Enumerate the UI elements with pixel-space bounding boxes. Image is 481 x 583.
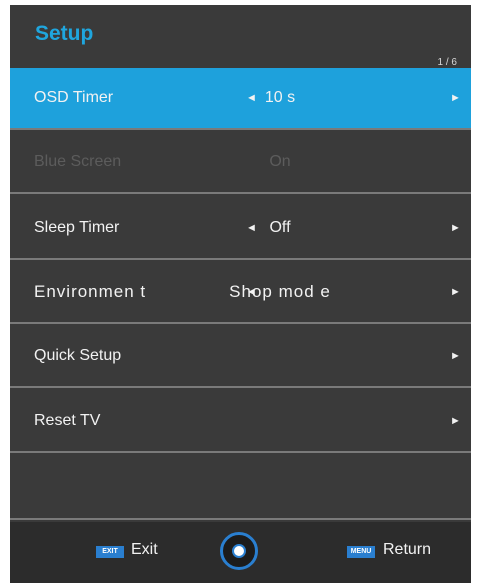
menu-item-empty [10,455,471,520]
menu-item-label: OSD Timer [34,89,114,106]
remote-nav-icon [220,532,258,570]
nav-center-icon [232,544,246,558]
menu-item-quick-setup[interactable]: Quick Setup ► [10,326,471,388]
menu-item-label: Sleep Timer [34,219,120,236]
menu-item-label: Environmen t [34,282,147,301]
exit-key-badge: EXIT [96,546,124,558]
menu-item-label: Blue Screen [34,153,122,170]
menu-item-reset-tv[interactable]: Reset TV ► [10,391,471,453]
setup-menu-panel: Setup 1 / 6 OSD Timer ◄ 10 s ► Blue Scre… [10,5,471,583]
page-indicator: 1 / 6 [437,57,457,68]
arrow-right-icon[interactable]: ► [450,326,461,386]
menu-item-environment[interactable]: Environmen t ◄ Shop mod e ► [10,262,471,324]
menu-item-value: 10 s [264,89,296,106]
menu-item-osd-timer[interactable]: OSD Timer ◄ 10 s ► [10,68,471,130]
menu-item-value: Off [269,219,291,236]
menu-header: Setup 1 / 6 [10,5,471,68]
menu-key-badge: MENU [347,546,375,558]
menu-item-value: Shop mod e [229,282,331,301]
footer-bar: EXIT Exit MENU Return [10,522,471,583]
menu-item-label: Reset TV [34,412,101,429]
menu-item-value: On [269,153,291,170]
return-button[interactable]: Return [383,541,431,559]
arrow-right-icon[interactable]: ► [450,198,461,258]
arrow-right-icon[interactable]: ► [450,262,461,322]
menu-item-blue-screen: Blue Screen On [10,132,471,194]
menu-item-label: Quick Setup [34,347,122,364]
arrow-right-icon[interactable]: ► [450,391,461,451]
arrow-right-icon[interactable]: ► [450,68,461,128]
exit-button[interactable]: Exit [131,541,158,559]
menu-title: Setup [35,22,94,45]
menu-item-sleep-timer[interactable]: Sleep Timer ◄ Off ► [10,198,471,260]
